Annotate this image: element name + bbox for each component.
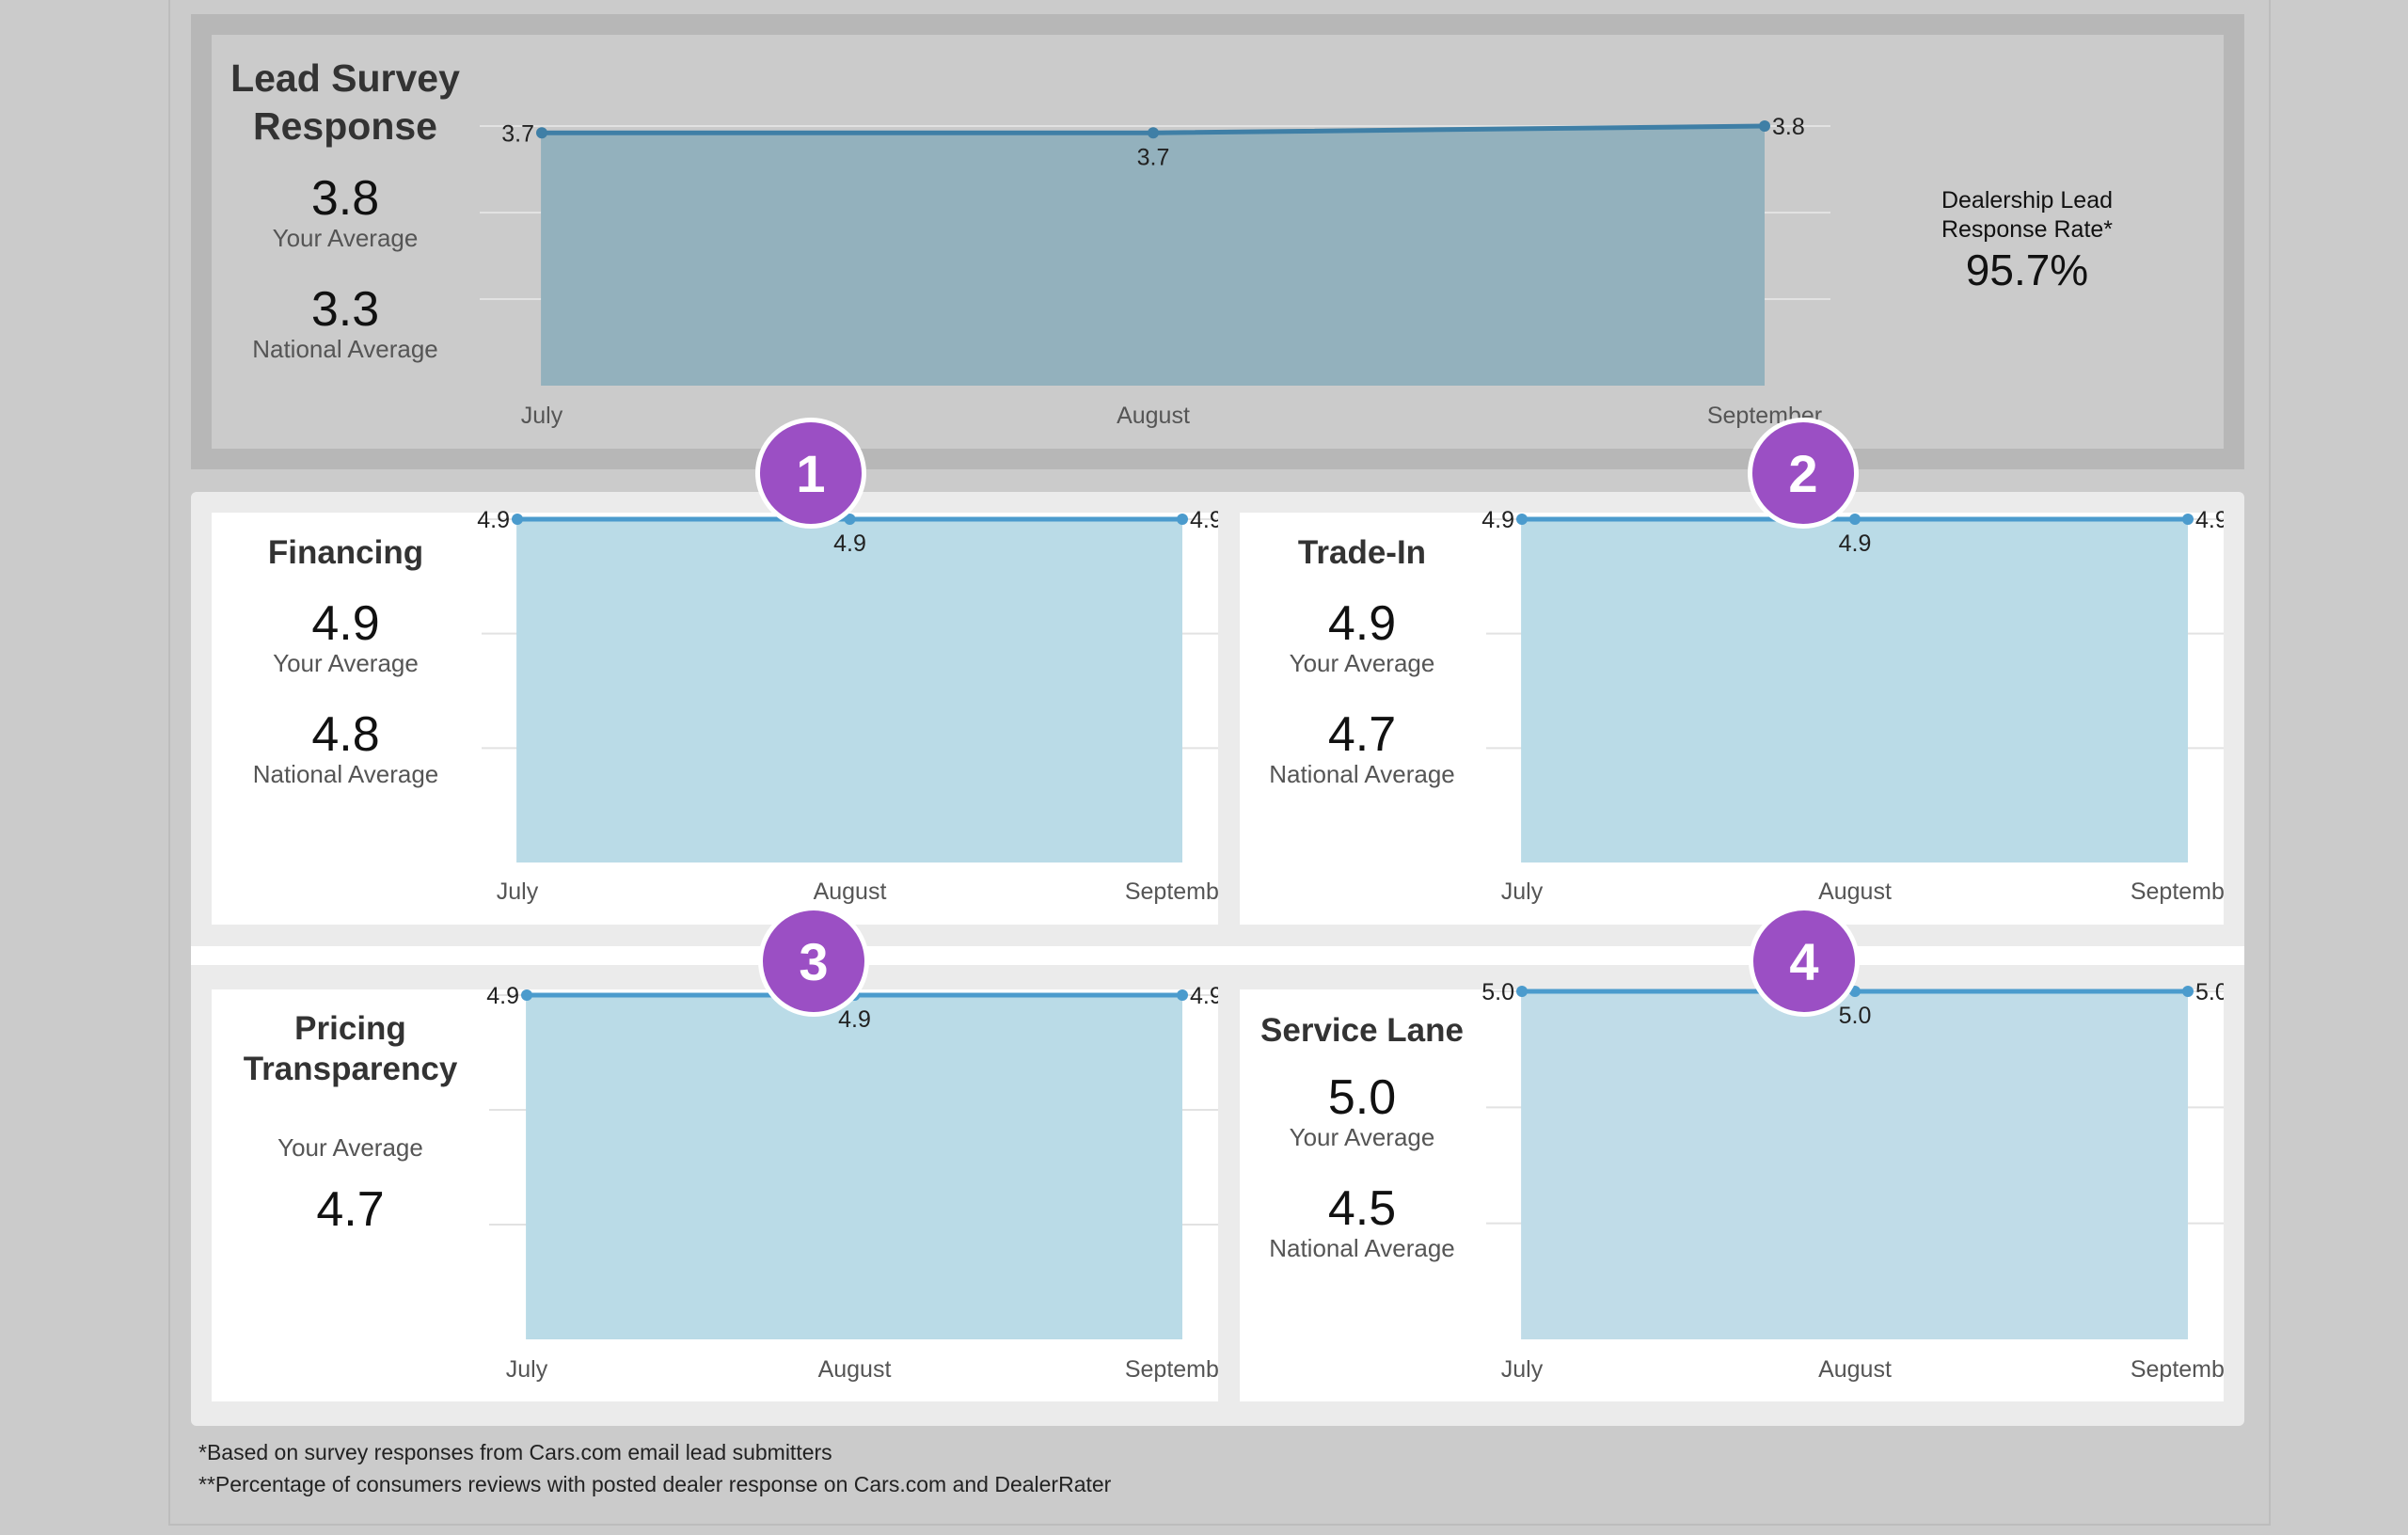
service-stats: Service Lane 5.0 Your Average 4.5 Nation… xyxy=(1240,1010,1484,1262)
service-title: Service Lane xyxy=(1260,1012,1464,1049)
data-label: 4.9 xyxy=(1190,507,1218,533)
data-label: 4.9 xyxy=(477,507,510,533)
trade-in-national-average-value: 4.7 xyxy=(1327,707,1397,762)
lead-survey-national-average-value: 3.3 xyxy=(310,282,380,337)
lead-survey-chart: 3.73.73.8July August September xyxy=(480,114,1830,429)
lead-survey-title-line1: Lead Survey xyxy=(230,56,460,100)
trade-in-your-average-value: 4.9 xyxy=(1327,596,1397,651)
data-point xyxy=(1177,989,1188,1001)
pricing-title-line2: Transparency xyxy=(243,1051,458,1087)
trade-in-your-average-label: Your Average xyxy=(1289,649,1435,677)
data-point xyxy=(1177,514,1188,525)
service-national-average-value: 4.5 xyxy=(1327,1181,1397,1236)
step-badge-2: 2 xyxy=(1748,418,1859,529)
data-label: 4.9 xyxy=(1481,507,1514,533)
pricing-chart: 4.9 4.9 4.9 July August September xyxy=(486,983,1218,1383)
lead-survey-title: Lead Survey Response xyxy=(209,55,482,150)
x-tick-label: September xyxy=(2131,878,2224,905)
pricing-title: Pricing Transparency xyxy=(212,1008,489,1089)
data-point xyxy=(1516,986,1528,997)
data-point xyxy=(536,127,547,139)
trade-in-stats: Trade-In 4.9 Your Average 4.7 National A… xyxy=(1240,532,1484,788)
data-label: 5.0 xyxy=(2195,980,2224,1005)
x-tick-label: July xyxy=(1501,1356,1544,1383)
data-label: 4.9 xyxy=(2195,507,2224,533)
data-label: 3.7 xyxy=(501,120,534,147)
response-rate-value: 95.7% xyxy=(1965,245,2089,294)
response-rate-label-line1: Dealership Lead xyxy=(1941,187,2114,214)
data-label: 4.9 xyxy=(486,983,519,1009)
data-label: 5.0 xyxy=(1481,980,1514,1005)
pricing-your-average-label: Your Average xyxy=(277,1133,423,1162)
area-fill xyxy=(1522,991,2188,1339)
data-point xyxy=(1759,120,1770,132)
footnote-1: *Based on survey responses from Cars.com… xyxy=(198,1440,832,1464)
trade-in-title: Trade-In xyxy=(1297,534,1427,571)
x-tick-label: August xyxy=(1117,403,1190,429)
footnotes: *Based on survey responses from Cars.com… xyxy=(198,1436,1111,1500)
financing-national-average-value: 4.8 xyxy=(311,707,380,762)
data-label: 4.9 xyxy=(838,1006,871,1033)
x-tick-label: September xyxy=(2131,1356,2224,1383)
financing-your-average-value: 4.9 xyxy=(311,596,380,651)
response-rate-box: Dealership Lead Response Rate* 95.7% xyxy=(1891,186,2163,295)
response-rate-label-line2: Response Rate* xyxy=(1941,216,2114,243)
x-tick-label: August xyxy=(1818,878,1892,905)
x-tick-label: July xyxy=(506,1356,548,1383)
step-badge-4: 4 xyxy=(1749,906,1860,1017)
data-point xyxy=(512,514,523,525)
service-chart: 5.0 5.0 5.0 July August September xyxy=(1481,980,2224,1383)
area-fill xyxy=(1522,519,2188,862)
x-tick-label: September xyxy=(1125,1356,1218,1383)
service-your-average-value: 5.0 xyxy=(1327,1070,1397,1125)
data-point xyxy=(1849,514,1861,525)
trade-in-chart: 4.9 4.9 4.9 July August September xyxy=(1481,507,2224,905)
pricing-stats: Pricing Transparency Your Average 4.7 xyxy=(212,1008,489,1235)
x-tick-label: July xyxy=(521,403,563,429)
area-fill xyxy=(527,995,1182,1339)
data-label: 4.9 xyxy=(1190,983,1218,1009)
trade-in-national-average-label: National Average xyxy=(1269,760,1455,788)
service-national-average-label: National Average xyxy=(1269,1234,1455,1262)
data-point xyxy=(2182,514,2194,525)
data-point xyxy=(1148,127,1159,139)
footnote-2: **Percentage of consumers reviews with p… xyxy=(198,1472,1112,1496)
financing-your-average-label: Your Average xyxy=(273,649,419,677)
pricing-value: 4.7 xyxy=(316,1182,385,1237)
data-label: 3.8 xyxy=(1772,114,1805,140)
data-point xyxy=(1516,514,1528,525)
lead-survey-your-average-value: 3.8 xyxy=(310,171,380,226)
x-tick-label: July xyxy=(1501,878,1544,905)
x-tick-label: August xyxy=(814,878,887,905)
data-point xyxy=(2182,986,2194,997)
data-label: 4.9 xyxy=(1839,530,1872,557)
lead-survey-national-average-label: National Average xyxy=(252,335,438,363)
lead-survey-title-line2: Response xyxy=(253,104,437,148)
pricing-title-line1: Pricing xyxy=(294,1010,406,1047)
area-fill xyxy=(517,519,1182,862)
step-badge-3: 3 xyxy=(758,906,869,1017)
data-label: 3.7 xyxy=(1137,144,1170,170)
lead-survey-your-average-label: Your Average xyxy=(272,224,419,252)
financing-stats: Financing 4.9 Your Average 4.8 National … xyxy=(212,532,480,788)
financing-title: Financing xyxy=(267,534,424,571)
lead-survey-stats: Lead Survey Response 3.8 Your Average 3.… xyxy=(209,55,482,363)
financing-national-average-label: National Average xyxy=(252,760,439,788)
service-your-average-label: Your Average xyxy=(1289,1123,1435,1151)
x-tick-label: July xyxy=(497,878,539,905)
x-tick-label: August xyxy=(1818,1356,1892,1383)
grid-divider xyxy=(191,946,2244,965)
step-badge-1: 1 xyxy=(755,418,866,529)
financing-chart: 4.9 4.9 4.9 July August September xyxy=(477,507,1218,905)
data-label: 4.9 xyxy=(833,530,866,557)
data-point xyxy=(521,989,532,1001)
x-tick-label: September xyxy=(1125,878,1218,905)
x-tick-label: August xyxy=(818,1356,892,1383)
data-label: 5.0 xyxy=(1839,1003,1872,1029)
